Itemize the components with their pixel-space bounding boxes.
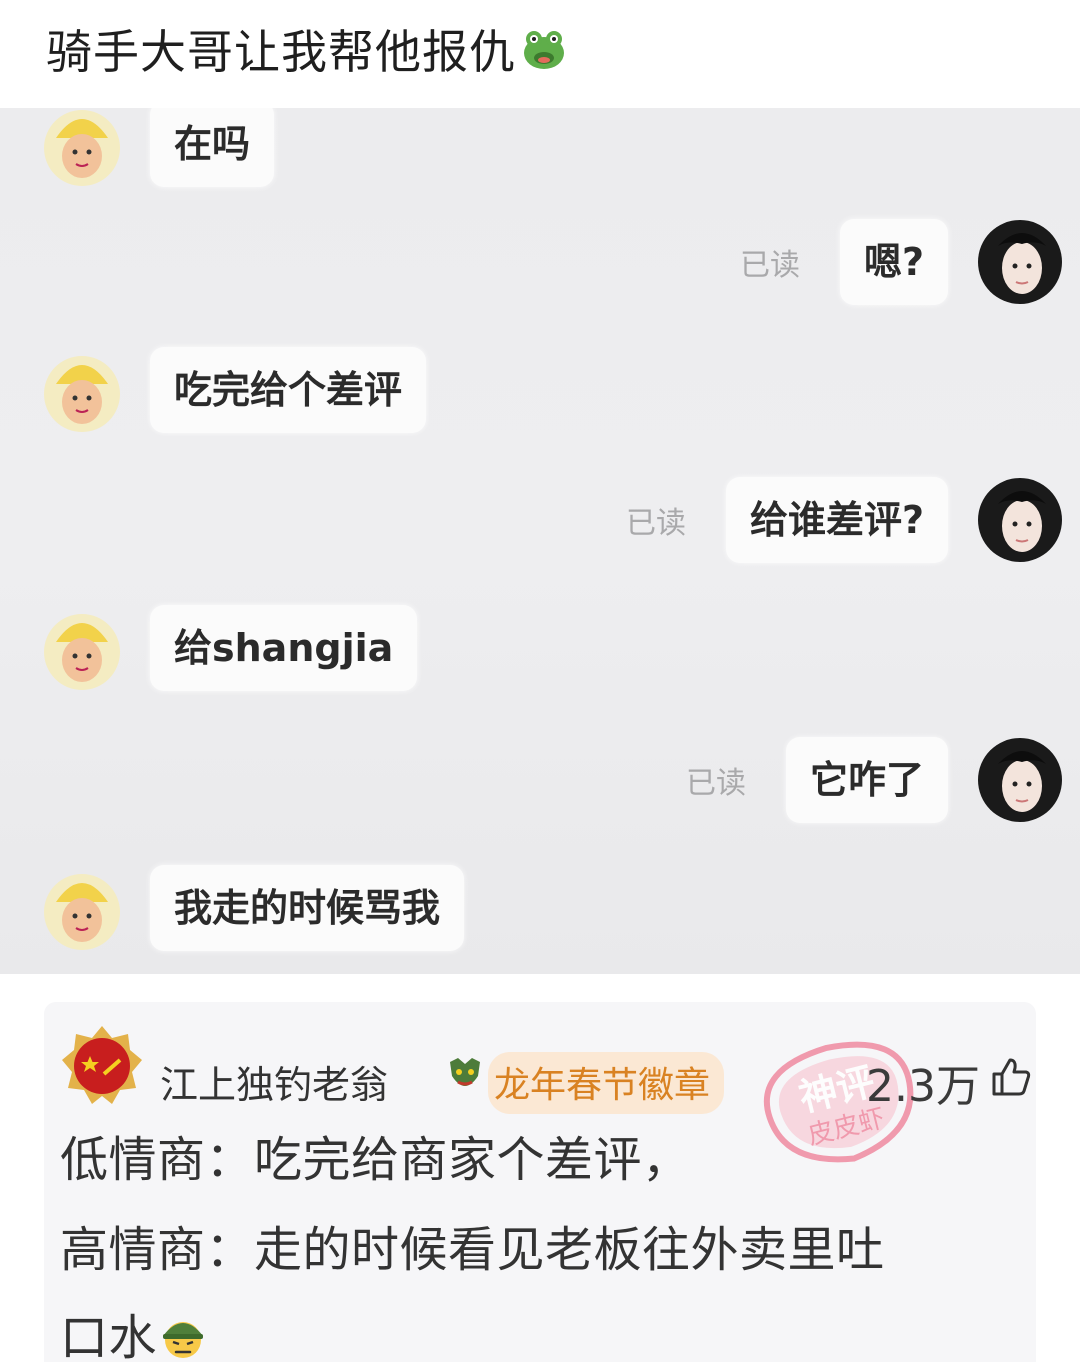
chat-message-left: 在吗 xyxy=(40,108,275,190)
comment-text-line-last: 口水 xyxy=(60,1298,207,1368)
girl-avatar-icon xyxy=(976,216,1064,308)
chat-message-right: 已读 嗯? xyxy=(740,216,1064,308)
comment-text-line: 低情商：吃完给商家个差评， xyxy=(60,1132,691,1188)
commenter-avatar[interactable] xyxy=(60,1024,144,1108)
chat-bubble: 它咋了 xyxy=(785,737,948,823)
girl-avatar-icon xyxy=(976,734,1064,826)
read-status: 已读 xyxy=(739,248,800,283)
soldier-face-icon xyxy=(159,1312,207,1360)
thumbs-up-icon[interactable] xyxy=(990,1056,1032,1098)
read-status: 已读 xyxy=(625,506,686,541)
dragon-badge-icon xyxy=(446,1056,484,1096)
top-comment: 江上独钓老翁 龙年春节徽章 神评 皮皮虾 2.3万 低情商：吃完给商家个差评， … xyxy=(44,1002,1036,1366)
girl-avatar-icon xyxy=(976,474,1064,566)
chat-bubble: 嗯? xyxy=(839,219,948,305)
post-title-text: 骑手大哥让我帮他报仇 xyxy=(46,25,516,79)
chat-message-left: 吃完给个差评 xyxy=(40,344,427,436)
chat-bubble: 我走的时候骂我 xyxy=(150,865,465,951)
chat-message-right: 已读 给谁差评? xyxy=(626,474,1064,566)
chat-screenshot: 在吗 已读 嗯? 吃完给个差评 已读 给谁差评? 给shangjia 已读 它咋… xyxy=(0,108,1080,974)
chat-bubble: 在吗 xyxy=(150,108,275,187)
commenter-name[interactable]: 江上独钓老翁 xyxy=(160,1054,388,1109)
comment-text-line: 高情商：走的时候看见老板往外卖里吐 xyxy=(60,1222,885,1278)
comment-header: 江上独钓老翁 龙年春节徽章 神评 皮皮虾 2.3万 xyxy=(54,1016,1031,1163)
chat-message-right: 已读 它咋了 xyxy=(686,734,1064,826)
comment-text-tail: 口水 xyxy=(60,1310,158,1366)
like-count: 2.3万 xyxy=(866,1061,980,1112)
courier-avatar-icon xyxy=(40,862,124,954)
chat-bubble: 给谁差评? xyxy=(725,477,948,563)
frog-face-icon xyxy=(520,25,568,73)
chat-bubble: 吃完给个差评 xyxy=(150,347,427,433)
courier-avatar-icon xyxy=(40,108,124,190)
chat-bubble: 给shangjia xyxy=(150,605,418,691)
courier-avatar-icon xyxy=(40,602,124,694)
badge-label[interactable]: 龙年春节徽章 xyxy=(488,1052,725,1114)
chat-message-left: 给shangjia xyxy=(40,602,418,694)
chat-message-left: 我走的时候骂我 xyxy=(40,862,465,954)
courier-avatar-icon xyxy=(40,344,124,436)
read-status: 已读 xyxy=(685,766,746,801)
post-title: 骑手大哥让我帮他报仇 xyxy=(46,14,568,84)
